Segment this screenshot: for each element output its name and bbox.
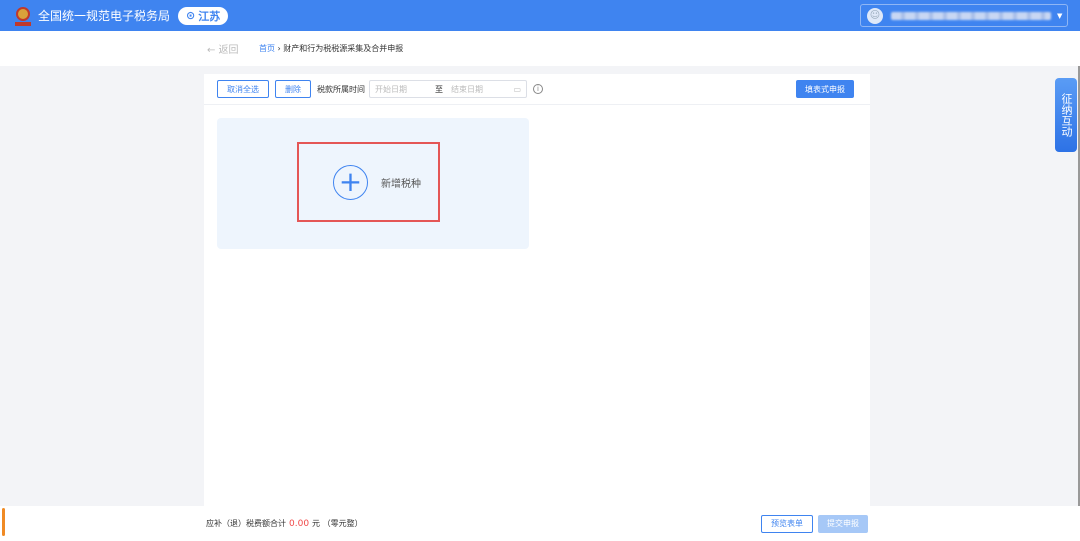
- total-words: （零元整）: [322, 519, 363, 528]
- add-tax-type-button[interactable]: + 新增税种: [297, 142, 440, 222]
- user-menu[interactable]: ☺ ▼: [860, 4, 1068, 27]
- breadcrumb-current: 财产和行为税税源采集及合并申报: [283, 44, 404, 53]
- start-date-input[interactable]: 开始日期: [375, 84, 407, 95]
- total-label: 应补（退）税费额合计: [206, 519, 286, 528]
- region-label: 江苏: [198, 9, 221, 23]
- chevron-down-icon: ▼: [1057, 11, 1063, 20]
- breadcrumb: 首页 › 财产和行为税税源采集及合并申报: [259, 43, 403, 54]
- toolbar: 取消全选 删除 税款所属时间 开始日期 至 结束日期 ▭ i 填表式申报: [204, 74, 870, 105]
- tax-emblem-logo: [13, 5, 33, 27]
- app-title: 全国统一规范电子税务局: [38, 9, 171, 23]
- footer-bar: 应补（退）税费额合计 0.00 元 （零元整） 预览表单 提交申报: [0, 506, 1080, 541]
- deselect-all-button[interactable]: 取消全选: [217, 80, 269, 98]
- fill-form-declare-button[interactable]: 填表式申报: [796, 80, 854, 98]
- tax-type-card: + 新增税种: [217, 118, 529, 249]
- info-icon[interactable]: i: [533, 84, 543, 94]
- range-separator: 至: [435, 84, 443, 94]
- top-bar: 全国统一规范电子税务局 ⊙ 江苏 ☺ ▼: [0, 0, 1080, 31]
- calendar-icon: ▭: [513, 84, 521, 94]
- user-info-blurred: [891, 11, 1051, 20]
- breadcrumb-home[interactable]: 首页: [259, 44, 275, 53]
- main-panel: 取消全选 删除 税款所属时间 开始日期 至 结束日期 ▭ i 填表式申报 + 新…: [204, 74, 870, 506]
- preview-form-button[interactable]: 预览表单: [761, 514, 813, 533]
- plus-icon: +: [333, 164, 368, 200]
- delete-button[interactable]: 删除: [275, 80, 311, 98]
- date-range-picker[interactable]: 开始日期 至 结束日期 ▭: [369, 80, 527, 98]
- side-marker: [2, 508, 5, 536]
- submit-declaration-button[interactable]: 提交申报: [818, 514, 868, 533]
- total-unit: 元: [312, 519, 321, 528]
- avatar: ☺: [867, 7, 883, 24]
- end-date-input[interactable]: 结束日期: [451, 84, 483, 95]
- region-selector[interactable]: ⊙ 江苏: [178, 6, 229, 25]
- add-tax-type-label: 新增税种: [381, 178, 421, 190]
- period-label: 税款所属时间: [317, 84, 365, 94]
- location-icon: ⊙: [186, 9, 196, 22]
- breadcrumb-bar: ← 返回 首页 › 财产和行为税税源采集及合并申报: [0, 31, 1080, 66]
- total-value: 0.00: [289, 519, 310, 529]
- back-link[interactable]: ← 返回: [207, 41, 239, 56]
- interaction-side-button[interactable]: 征纳互动: [1055, 78, 1077, 152]
- breadcrumb-separator: ›: [277, 44, 281, 53]
- total-amount: 应补（退）税费额合计 0.00 元 （零元整）: [206, 518, 363, 529]
